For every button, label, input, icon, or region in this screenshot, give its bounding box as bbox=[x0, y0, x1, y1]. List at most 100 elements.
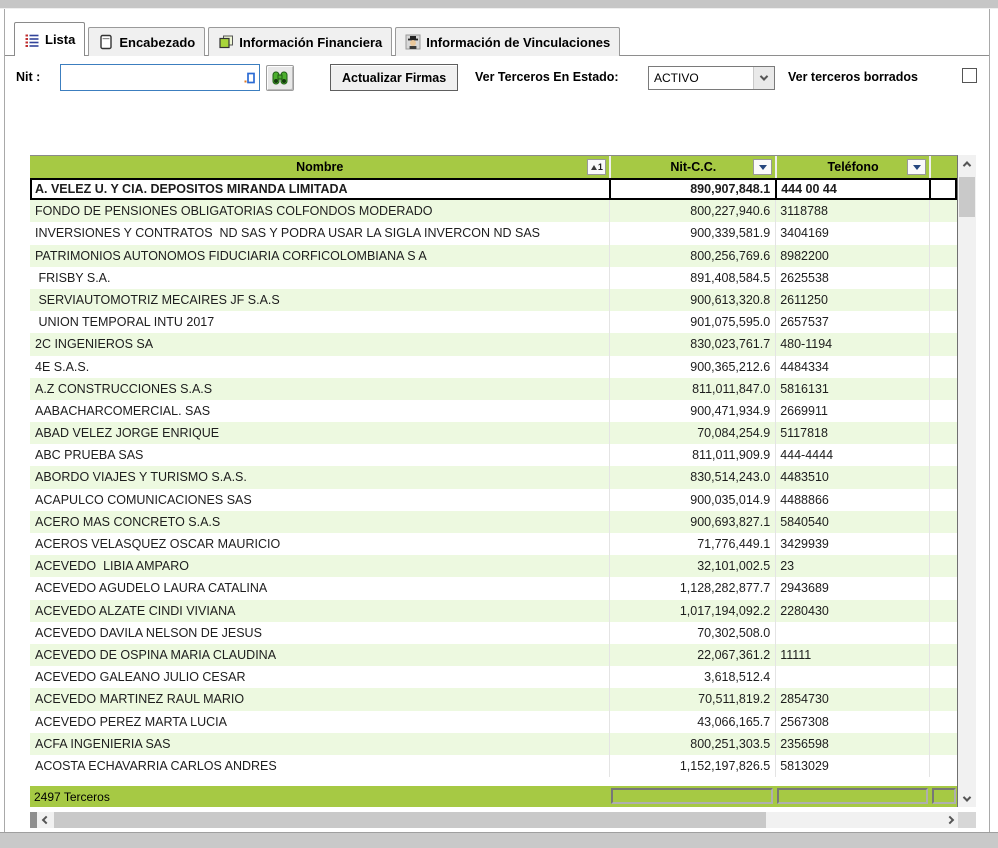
cell-telefono[interactable]: 2611250 bbox=[775, 289, 929, 311]
cell-telefono[interactable]: 4483510 bbox=[775, 466, 929, 488]
cell-telefono[interactable]: 5840540 bbox=[775, 511, 929, 533]
cell-telefono[interactable]: 444-4444 bbox=[775, 444, 929, 466]
table-row[interactable]: FONDO DE PENSIONES OBLIGATORIAS COLFONDO… bbox=[30, 200, 957, 222]
cell-telefono[interactable]: 5816131 bbox=[775, 378, 929, 400]
cell-nit[interactable]: 900,365,212.6 bbox=[609, 356, 775, 378]
column-header-nit[interactable]: Nit-C.C. bbox=[609, 156, 775, 178]
tab-informacion-vinculaciones[interactable]: Información de Vinculaciones bbox=[395, 27, 620, 56]
cell-telefono[interactable]: 2943689 bbox=[775, 577, 929, 599]
cell-nit[interactable]: 1,017,194,092.2 bbox=[609, 600, 775, 622]
table-row[interactable]: ABORDO VIAJES Y TURISMO S.A.S. 830,514,2… bbox=[30, 466, 957, 488]
column-header-nombre[interactable]: Nombre 1 bbox=[30, 156, 609, 178]
cell-telefono[interactable]: 2657537 bbox=[775, 311, 929, 333]
cell-nombre[interactable]: SERVIAUTOMOTRIZ MECAIRES JF S.A.S bbox=[30, 289, 609, 311]
nit-input[interactable] bbox=[60, 64, 260, 91]
cell-nit[interactable]: 900,471,934.9 bbox=[609, 400, 775, 422]
cell-telefono[interactable]: 3429939 bbox=[775, 533, 929, 555]
cell-nombre[interactable]: PATRIMONIOS AUTONOMOS FIDUCIARIA CORFICO… bbox=[30, 245, 609, 267]
cell-nit[interactable]: 800,256,769.6 bbox=[609, 245, 775, 267]
cell-nit[interactable]: 900,035,014.9 bbox=[609, 489, 775, 511]
table-row[interactable]: ACAPULCO COMUNICACIONES SAS 900,035,014.… bbox=[30, 489, 957, 511]
cell-nit[interactable]: 891,408,584.5 bbox=[609, 267, 775, 289]
scroll-left-button[interactable] bbox=[37, 812, 54, 828]
cell-nombre[interactable]: ACEVEDO LIBIA AMPARO bbox=[30, 555, 609, 577]
table-row[interactable]: ABC PRUEBA SAS 811,011,909.9 444-4444 bbox=[30, 444, 957, 466]
tab-encabezado[interactable]: Encabezado bbox=[88, 27, 205, 56]
cell-telefono[interactable]: 2854730 bbox=[775, 688, 929, 710]
cell-nombre[interactable]: ACFA INGENIERIA SAS bbox=[30, 733, 609, 755]
cell-telefono[interactable]: 5117818 bbox=[775, 422, 929, 444]
cell-telefono[interactable]: 23 bbox=[775, 555, 929, 577]
actualizar-firmas-button[interactable]: Actualizar Firmas bbox=[330, 64, 458, 91]
cell-telefono[interactable]: 2625538 bbox=[775, 267, 929, 289]
cell-nit[interactable]: 3,618,512.4 bbox=[609, 666, 775, 688]
vertical-scrollbar[interactable] bbox=[958, 155, 976, 807]
cell-nombre[interactable]: ABAD VELEZ JORGE ENRIQUE bbox=[30, 422, 609, 444]
cell-nombre[interactable]: FRISBY S.A. bbox=[30, 267, 609, 289]
cell-nit[interactable]: 71,776,449.1 bbox=[609, 533, 775, 555]
cell-telefono[interactable]: 480-1194 bbox=[775, 333, 929, 355]
cell-telefono[interactable]: 2280430 bbox=[775, 600, 929, 622]
estado-dropdown[interactable]: ACTIVO bbox=[648, 66, 775, 90]
cell-nit[interactable]: 32,101,002.5 bbox=[609, 555, 775, 577]
nit-filter-button[interactable] bbox=[753, 159, 772, 175]
cell-nombre[interactable]: ACOSTA ECHAVARRIA CARLOS ANDRES bbox=[30, 755, 609, 777]
cell-telefono[interactable]: 2669911 bbox=[775, 400, 929, 422]
table-row[interactable]: ACEVEDO MARTINEZ RAUL MARIO 70,511,819.2… bbox=[30, 688, 957, 710]
table-row[interactable]: A. VELEZ U. Y CIA. DEPOSITOS MIRANDA LIM… bbox=[30, 178, 957, 200]
table-row[interactable]: INVERSIONES Y CONTRATOS ND SAS Y PODRA U… bbox=[30, 222, 957, 244]
cell-nit[interactable]: 1,152,197,826.5 bbox=[609, 755, 775, 777]
cell-nombre[interactable]: ABC PRUEBA SAS bbox=[30, 444, 609, 466]
cell-telefono[interactable]: 3118788 bbox=[775, 200, 929, 222]
cell-nombre[interactable]: ACEVEDO DAVILA NELSON DE JESUS bbox=[30, 622, 609, 644]
cell-nit[interactable]: 830,514,243.0 bbox=[609, 466, 775, 488]
cell-telefono[interactable]: 5813029 bbox=[775, 755, 929, 777]
cell-nombre[interactable]: INVERSIONES Y CONTRATOS ND SAS Y PODRA U… bbox=[30, 222, 609, 244]
horizontal-scroll-thumb[interactable] bbox=[54, 812, 766, 828]
table-row[interactable]: ACFA INGENIERIA SAS 800,251,303.5 235659… bbox=[30, 733, 957, 755]
cell-nombre[interactable]: ACEVEDO MARTINEZ RAUL MARIO bbox=[30, 688, 609, 710]
cell-telefono[interactable]: 3404169 bbox=[775, 222, 929, 244]
cell-telefono[interactable]: 2356598 bbox=[775, 733, 929, 755]
table-row[interactable]: SERVIAUTOMOTRIZ MECAIRES JF S.A.S 900,61… bbox=[30, 289, 957, 311]
cell-nit[interactable]: 830,023,761.7 bbox=[609, 333, 775, 355]
column-header-telefono[interactable]: Teléfono bbox=[775, 156, 929, 178]
table-row[interactable]: ACEVEDO LIBIA AMPARO 32,101,002.5 23 bbox=[30, 555, 957, 577]
cell-nombre[interactable]: ACERO MAS CONCRETO S.A.S bbox=[30, 511, 609, 533]
cell-nit[interactable]: 900,339,581.9 bbox=[609, 222, 775, 244]
cell-nit[interactable]: 1,128,282,877.7 bbox=[609, 577, 775, 599]
table-row[interactable]: ACEVEDO DE OSPINA MARIA CLAUDINA 22,067,… bbox=[30, 644, 957, 666]
splitter-handle[interactable] bbox=[30, 812, 37, 828]
cell-nombre[interactable]: A. VELEZ U. Y CIA. DEPOSITOS MIRANDA LIM… bbox=[30, 178, 609, 200]
table-row[interactable]: ACEROS VELASQUEZ OSCAR MAURICIO 71,776,4… bbox=[30, 533, 957, 555]
cell-nombre[interactable]: AABACHARCOMERCIAL. SAS bbox=[30, 400, 609, 422]
cell-nit[interactable]: 70,302,508.0 bbox=[609, 622, 775, 644]
cell-nombre[interactable]: ACAPULCO COMUNICACIONES SAS bbox=[30, 489, 609, 511]
scroll-up-button[interactable] bbox=[958, 155, 976, 172]
telefono-filter-button[interactable] bbox=[907, 159, 926, 175]
table-row[interactable]: ACEVEDO GALEANO JULIO CESAR 3,618,512.4 bbox=[30, 666, 957, 688]
table-row[interactable]: ABAD VELEZ JORGE ENRIQUE 70,084,254.9 51… bbox=[30, 422, 957, 444]
cell-nombre[interactable]: ACEVEDO GALEANO JULIO CESAR bbox=[30, 666, 609, 688]
cell-nombre[interactable]: A.Z CONSTRUCCIONES S.A.S bbox=[30, 378, 609, 400]
table-row[interactable]: ACEVEDO DAVILA NELSON DE JESUS 70,302,50… bbox=[30, 622, 957, 644]
borrados-checkbox[interactable] bbox=[962, 68, 977, 83]
table-row[interactable]: A.Z CONSTRUCCIONES S.A.S 811,011,847.0 5… bbox=[30, 378, 957, 400]
cell-telefono[interactable]: 11111 bbox=[775, 644, 929, 666]
cell-nit[interactable]: 890,907,848.1 bbox=[609, 178, 775, 200]
tab-informacion-financiera[interactable]: Información Financiera bbox=[208, 27, 392, 56]
table-row[interactable]: 4E S.A.S. 900,365,212.6 4484334 bbox=[30, 356, 957, 378]
cell-nombre[interactable]: ACEVEDO DE OSPINA MARIA CLAUDINA bbox=[30, 644, 609, 666]
cell-nit[interactable]: 800,251,303.5 bbox=[609, 733, 775, 755]
horizontal-scrollbar[interactable] bbox=[30, 812, 958, 828]
cell-nit[interactable]: 70,511,819.2 bbox=[609, 688, 775, 710]
cell-telefono[interactable]: 2567308 bbox=[775, 711, 929, 733]
cell-nombre[interactable]: 4E S.A.S. bbox=[30, 356, 609, 378]
chevron-down-icon[interactable] bbox=[753, 67, 774, 89]
scroll-right-button[interactable] bbox=[941, 812, 958, 828]
cell-nombre[interactable]: UNION TEMPORAL INTU 2017 bbox=[30, 311, 609, 333]
cell-nit[interactable]: 901,075,595.0 bbox=[609, 311, 775, 333]
cell-nit[interactable]: 811,011,909.9 bbox=[609, 444, 775, 466]
cell-telefono[interactable]: 8982200 bbox=[775, 245, 929, 267]
cell-nombre[interactable]: ACEVEDO PEREZ MARTA LUCIA bbox=[30, 711, 609, 733]
